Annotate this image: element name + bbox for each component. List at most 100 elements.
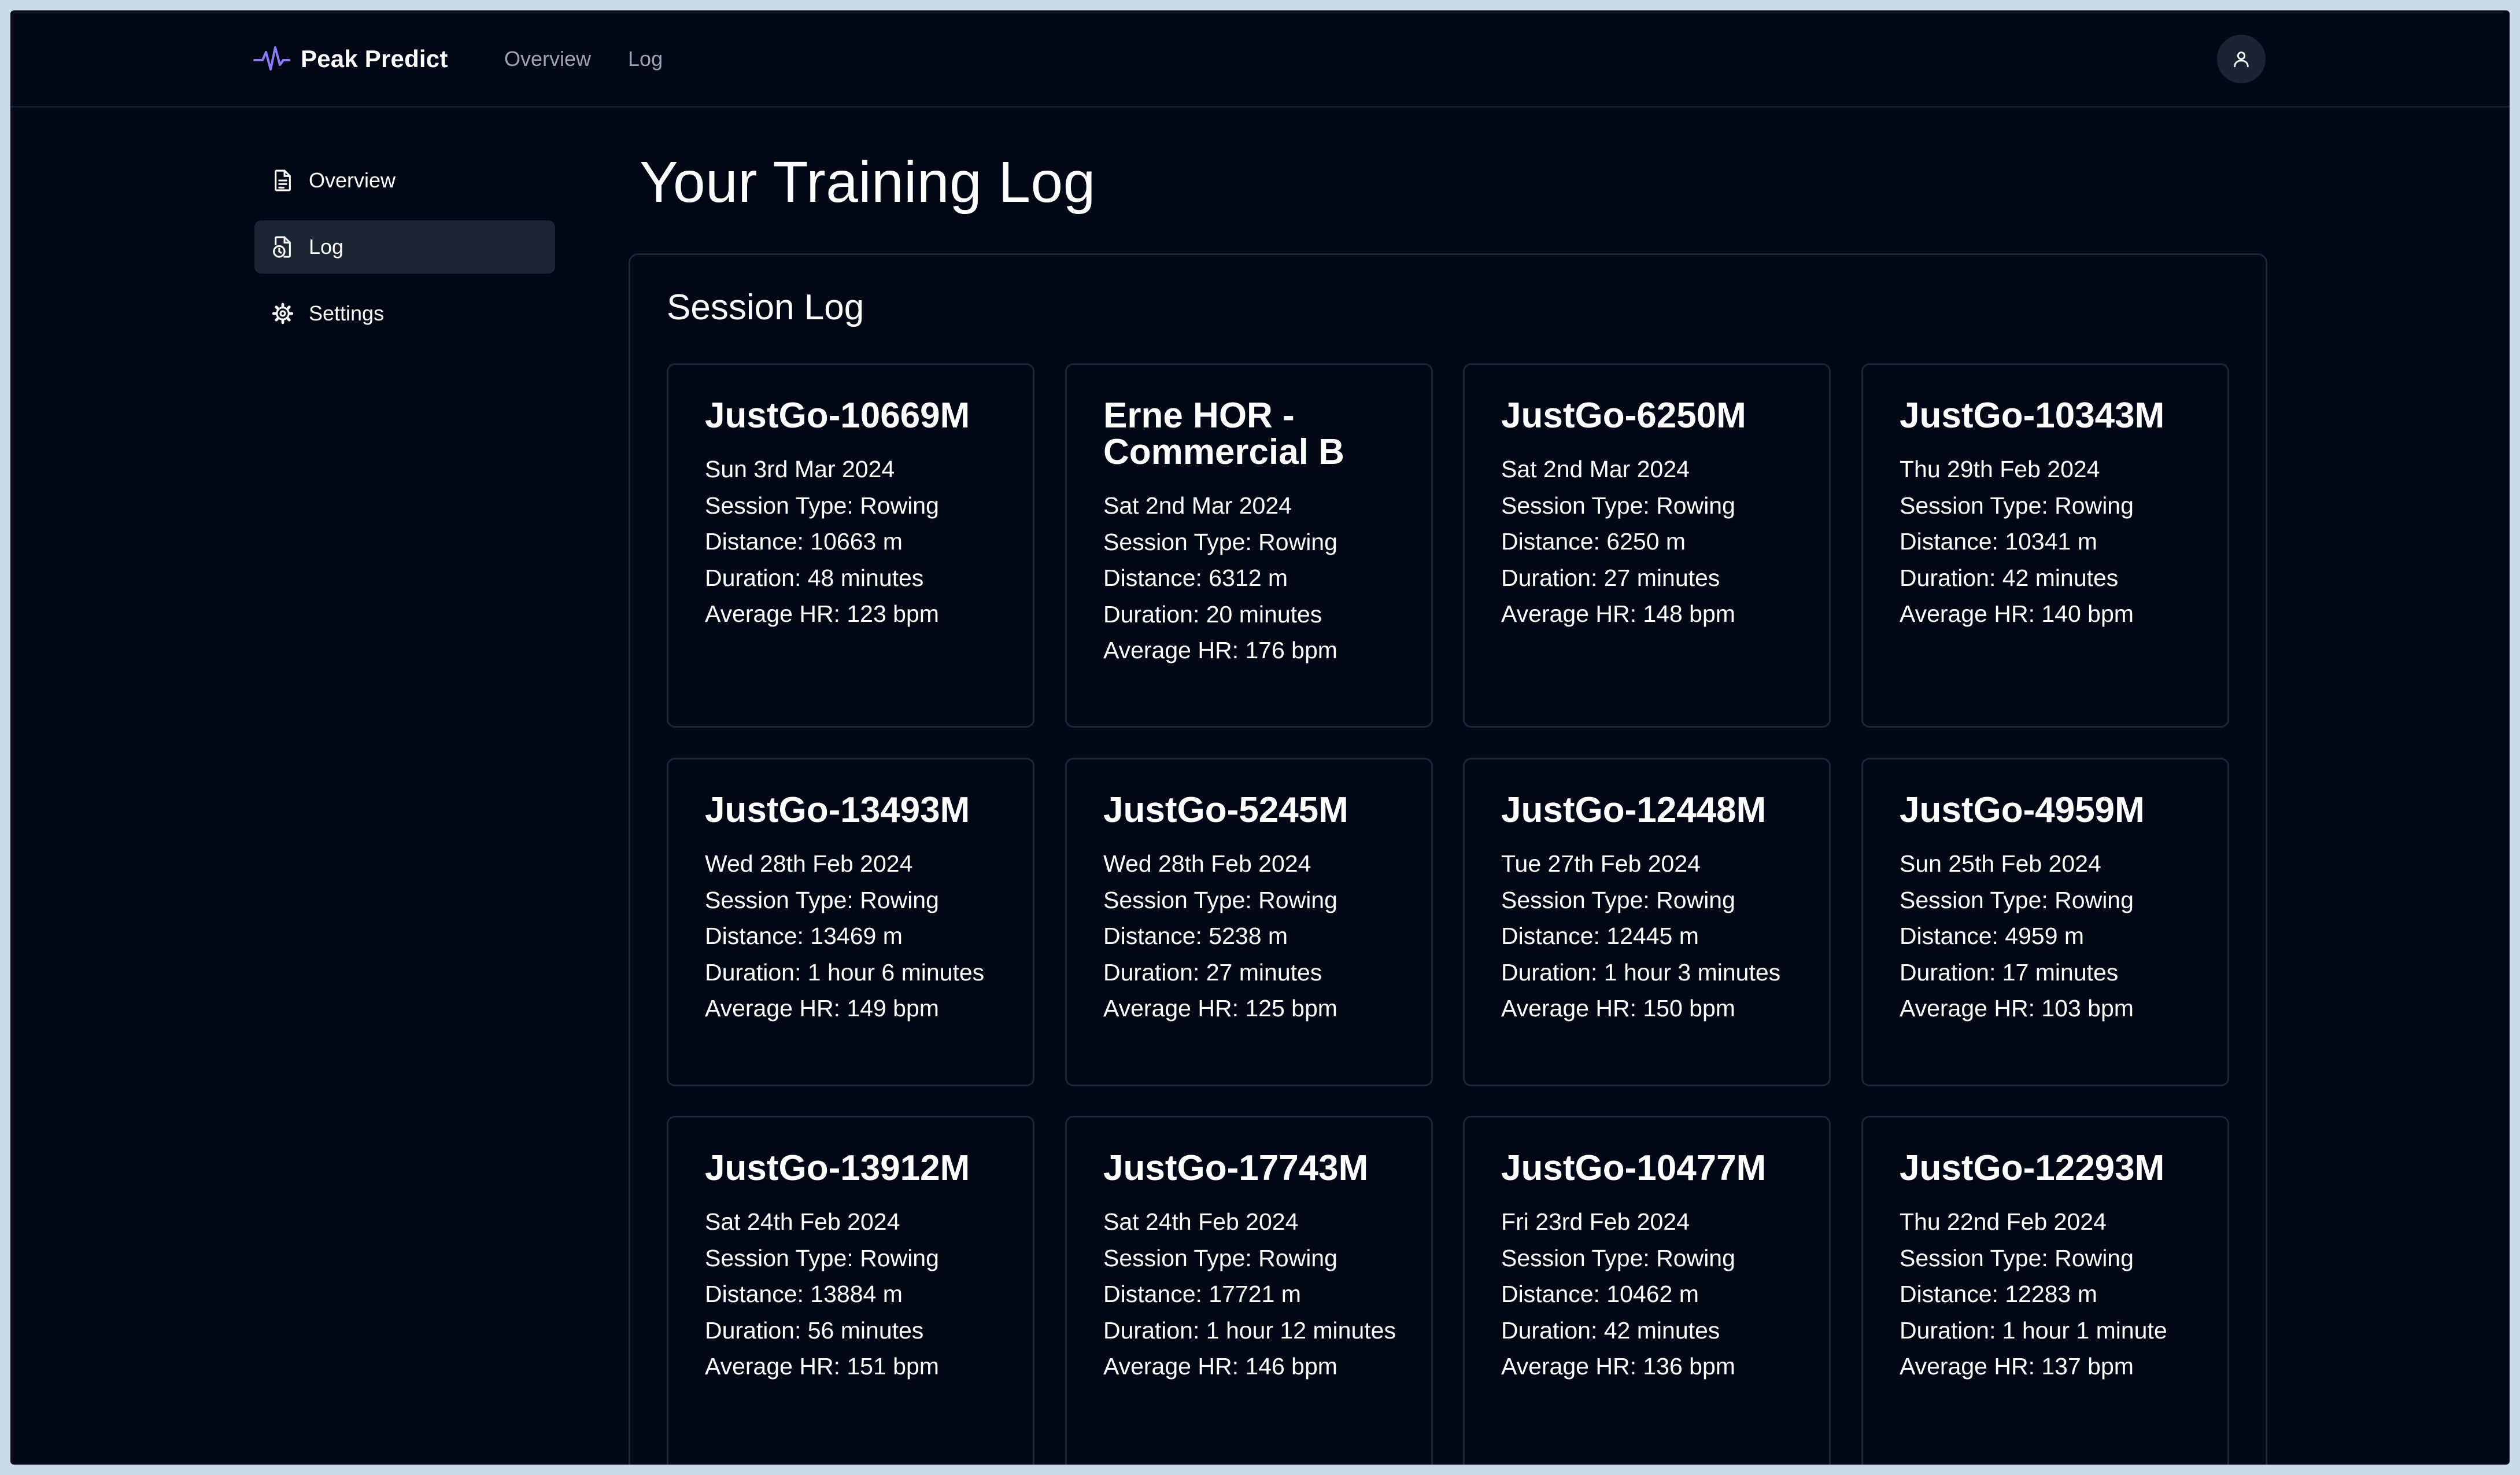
session-title: JustGo-4959M — [1900, 790, 2145, 830]
session-card[interactable]: JustGo-6250M Sat 2nd Mar 2024 Session Ty… — [1463, 363, 1831, 728]
sidebar-item-settings[interactable]: Settings — [254, 287, 555, 340]
session-type: Session Type: Rowing — [1900, 492, 2134, 519]
session-type: Session Type: Rowing — [1103, 528, 1337, 555]
page-title: Your Training Log — [640, 150, 1096, 215]
sidebar: Overview Log Settings — [254, 154, 555, 353]
session-distance: Distance: 10341 m — [1900, 528, 2097, 555]
session-type: Session Type: Rowing — [705, 492, 939, 519]
app-window: Peak Predict Overview Log Overview Log S… — [10, 10, 2510, 1465]
session-title: JustGo-12293M — [1900, 1148, 2165, 1188]
gear-icon — [272, 303, 294, 325]
user-icon — [2234, 51, 2249, 68]
session-duration: Duration: 42 minutes — [1501, 1317, 1720, 1344]
session-card[interactable]: JustGo-17743M Sat 24th Feb 2024 Session … — [1065, 1116, 1433, 1465]
session-type: Session Type: Rowing — [1900, 886, 2134, 913]
session-avg-hr: Average HR: 137 bpm — [1900, 1353, 2134, 1380]
topnav-log[interactable]: Log — [628, 47, 663, 71]
session-duration: Duration: 1 hour 12 minutes — [1103, 1317, 1396, 1344]
session-type: Session Type: Rowing — [1900, 1244, 2134, 1271]
session-avg-hr: Average HR: 151 bpm — [705, 1353, 939, 1380]
session-distance: Distance: 13884 m — [705, 1281, 903, 1307]
session-duration: Duration: 42 minutes — [1900, 564, 2119, 591]
sidebar-item-label: Overview — [309, 168, 396, 192]
session-avg-hr: Average HR: 149 bpm — [705, 995, 939, 1022]
session-title: JustGo-6250M — [1501, 396, 1746, 436]
session-distance: Distance: 13469 m — [705, 923, 903, 949]
top-navbar: Peak Predict Overview Log — [10, 10, 2510, 108]
sidebar-item-label: Log — [309, 235, 344, 259]
session-card[interactable]: JustGo-10477M Fri 23rd Feb 2024 Session … — [1463, 1116, 1831, 1465]
document-icon — [275, 169, 291, 191]
session-type: Session Type: Rowing — [1501, 1244, 1735, 1271]
session-title: JustGo-13493M — [705, 790, 970, 830]
session-duration: Duration: 20 minutes — [1103, 600, 1322, 628]
session-duration: Duration: 56 minutes — [705, 1317, 924, 1344]
session-avg-hr: Average HR: 136 bpm — [1501, 1353, 1735, 1380]
session-distance: Distance: 12445 m — [1501, 923, 1699, 949]
session-date: Sat 2nd Mar 2024 — [1501, 456, 1690, 482]
session-avg-hr: Average HR: 103 bpm — [1900, 995, 2134, 1022]
session-title: JustGo-17743M — [1103, 1148, 1369, 1188]
session-card[interactable]: JustGo-12448M Tue 27th Feb 2024 Session … — [1463, 758, 1831, 1086]
session-distance: Distance: 5238 m — [1103, 923, 1288, 949]
session-card[interactable]: JustGo-4959M Sun 25th Feb 2024 Session T… — [1861, 758, 2229, 1086]
session-date: Sun 3rd Mar 2024 — [705, 456, 895, 482]
session-date: Sat 2nd Mar 2024 — [1103, 492, 1292, 519]
session-type: Session Type: Rowing — [1501, 886, 1735, 913]
session-distance: Distance: 12283 m — [1900, 1281, 2097, 1307]
session-avg-hr: Average HR: 148 bpm — [1501, 600, 1735, 627]
session-distance: Distance: 10462 m — [1501, 1281, 1699, 1307]
session-title: JustGo-12448M — [1501, 790, 1767, 830]
session-type: Session Type: Rowing — [1103, 1244, 1337, 1271]
session-date: Sat 24th Feb 2024 — [705, 1208, 900, 1235]
session-title: JustGo-5245M — [1103, 790, 1348, 830]
session-card[interactable]: Erne HOR - Commercial B Sat 2nd Mar 2024… — [1065, 363, 1433, 728]
sidebar-item-log[interactable]: Log — [254, 220, 555, 274]
session-duration: Duration: 1 hour 3 minutes — [1501, 958, 1781, 986]
session-date: Sun 25th Feb 2024 — [1900, 850, 2101, 877]
session-card[interactable]: JustGo-13493M Wed 28th Feb 2024 Session … — [667, 758, 1034, 1086]
file-clock-icon — [273, 236, 291, 258]
session-date: Wed 28th Feb 2024 — [705, 850, 913, 877]
session-card[interactable]: JustGo-10669M Sun 3rd Mar 2024 Session T… — [667, 363, 1034, 728]
session-title: JustGo-10477M — [1501, 1148, 1767, 1188]
brand[interactable]: Peak Predict — [253, 10, 448, 108]
user-avatar-button[interactable] — [2217, 35, 2266, 83]
session-avg-hr: Average HR: 123 bpm — [705, 600, 939, 627]
session-type: Session Type: Rowing — [1103, 886, 1337, 913]
session-distance: Distance: 4959 m — [1900, 923, 2085, 949]
session-card[interactable]: JustGo-12293M Thu 22nd Feb 2024 Session … — [1861, 1116, 2229, 1465]
session-date: Thu 29th Feb 2024 — [1900, 456, 2100, 482]
session-title: JustGo-10669M — [705, 396, 970, 436]
session-distance: Distance: 10663 m — [705, 528, 903, 555]
session-date: Thu 22nd Feb 2024 — [1900, 1208, 2107, 1235]
session-avg-hr: Average HR: 150 bpm — [1501, 995, 1735, 1022]
session-duration: Duration: 17 minutes — [1900, 958, 2119, 986]
session-duration: Duration: 1 hour 1 minute — [1900, 1317, 2167, 1344]
topnav-overview[interactable]: Overview — [504, 47, 591, 71]
session-card[interactable]: JustGo-13912M Sat 24th Feb 2024 Session … — [667, 1116, 1034, 1465]
session-type: Session Type: Rowing — [705, 1244, 939, 1271]
session-duration: Duration: 1 hour 6 minutes — [705, 958, 985, 986]
session-type: Session Type: Rowing — [705, 886, 939, 913]
panel-title: Session Log — [667, 287, 864, 327]
session-date: Wed 28th Feb 2024 — [1103, 850, 1311, 877]
session-date: Sat 24th Feb 2024 — [1103, 1208, 1299, 1235]
session-card[interactable]: JustGo-10343M Thu 29th Feb 2024 Session … — [1861, 363, 2229, 728]
session-title: JustGo-10343M — [1900, 396, 2165, 436]
session-duration: Duration: 27 minutes — [1103, 958, 1322, 986]
session-distance: Distance: 6250 m — [1501, 528, 1686, 555]
session-card[interactable]: JustGo-5245M Wed 28th Feb 2024 Session T… — [1065, 758, 1433, 1086]
session-avg-hr: Average HR: 176 bpm — [1103, 637, 1337, 663]
brand-name: Peak Predict — [301, 45, 448, 72]
top-nav: Overview Log — [504, 10, 700, 108]
session-title: JustGo-13912M — [705, 1148, 970, 1188]
session-avg-hr: Average HR: 140 bpm — [1900, 600, 2134, 627]
session-log-panel: Session Log JustGo-10669M Sun 3rd Mar 20… — [629, 253, 2267, 1465]
sidebar-item-label: Settings — [309, 301, 385, 325]
session-distance: Distance: 17721 m — [1103, 1281, 1301, 1307]
pulse-logo-icon — [253, 46, 290, 71]
sidebar-item-overview[interactable]: Overview — [254, 154, 555, 207]
session-distance: Distance: 6312 m — [1103, 565, 1288, 591]
session-date: Tue 27th Feb 2024 — [1501, 850, 1701, 877]
